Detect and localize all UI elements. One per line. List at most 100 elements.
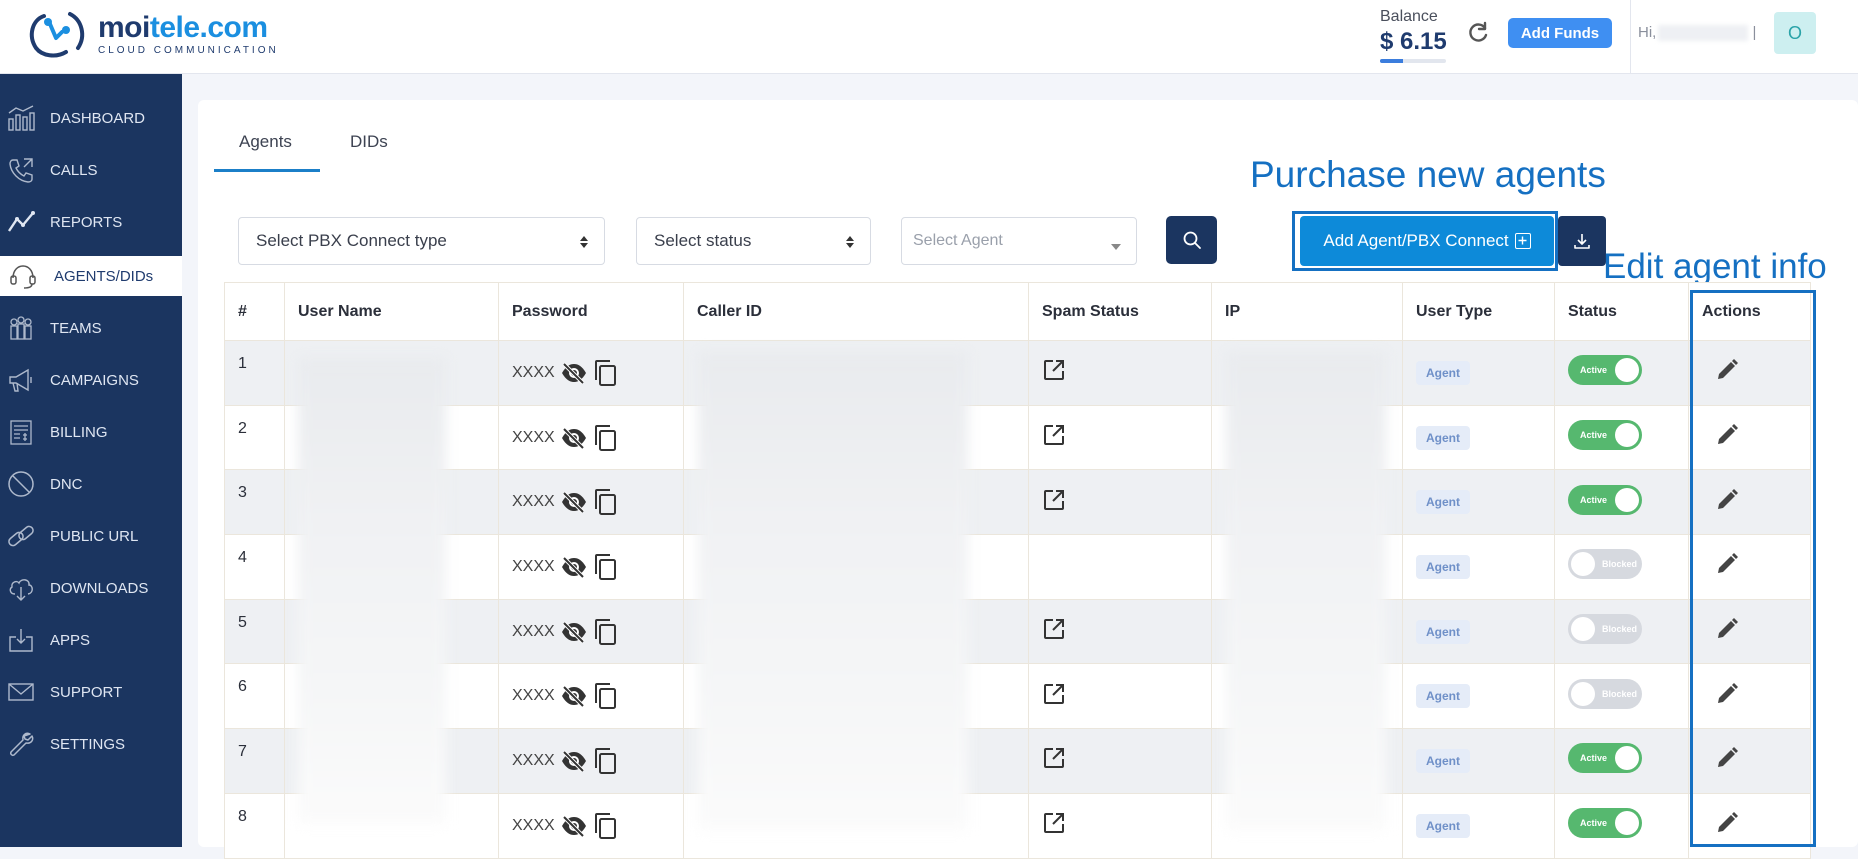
open-external-icon[interactable]	[1042, 682, 1066, 706]
pbx-type-select[interactable]: Select PBX Connect type	[238, 217, 605, 265]
status-toggle[interactable]: Blocked	[1568, 614, 1642, 645]
col-user-type[interactable]: User Type	[1402, 282, 1555, 341]
sidebar-item-dashboard[interactable]: DASHBOARD	[0, 98, 182, 138]
row-number: 2	[224, 404, 285, 471]
copy-icon[interactable]	[593, 812, 617, 840]
status-toggle[interactable]: Active	[1568, 808, 1642, 839]
copy-icon[interactable]	[593, 682, 617, 710]
tab-agents[interactable]: Agents	[239, 132, 292, 152]
password-mask: XXXX	[512, 557, 555, 575]
user-type-cell: Agent	[1402, 792, 1555, 859]
sidebar-item-calls[interactable]: CALLS	[0, 150, 182, 190]
wrench-icon	[10, 732, 34, 756]
agent-select-placeholder: Select Agent	[913, 232, 1003, 249]
sidebar-item-reports[interactable]: REPORTS	[0, 202, 182, 242]
copy-icon[interactable]	[593, 618, 617, 646]
status-toggle-label: Active	[1580, 494, 1608, 505]
table-row: 3 XXXX Agent Active	[224, 469, 1811, 536]
col-user-name[interactable]: User Name	[284, 282, 499, 341]
spam-status-cell	[1028, 663, 1212, 730]
col-number[interactable]: #	[224, 282, 285, 341]
open-external-icon[interactable]	[1042, 746, 1066, 770]
eye-off-icon[interactable]	[561, 621, 587, 643]
sidebar-item-label: AGENTS/DIDs	[54, 267, 154, 285]
redacted-ips	[1226, 352, 1386, 830]
row-number: 1	[224, 340, 285, 406]
search-button[interactable]	[1166, 216, 1217, 264]
eye-off-icon[interactable]	[561, 750, 587, 772]
eye-off-icon[interactable]	[561, 556, 587, 578]
sidebar-item-teams[interactable]: TEAMS	[0, 308, 182, 348]
open-external-icon[interactable]	[1042, 811, 1066, 835]
brand-logo[interactable]: moitele.com CLOUD COMMUNICATION	[22, 8, 279, 60]
eye-off-icon[interactable]	[561, 427, 587, 449]
sidebar-item-label: DOWNLOADS	[50, 579, 149, 597]
status-toggle-label: Active	[1580, 430, 1608, 441]
open-external-icon[interactable]	[1042, 358, 1066, 382]
user-type-badge: Agent	[1416, 684, 1470, 709]
tab-dids[interactable]: DIDs	[350, 132, 388, 152]
sidebar-item-public-url[interactable]: PUBLIC URL	[0, 516, 182, 556]
status-toggle[interactable]: Blocked	[1568, 678, 1642, 709]
user-type-badge: Agent	[1416, 360, 1470, 385]
avatar[interactable]: O	[1774, 12, 1816, 54]
col-ip[interactable]: IP	[1211, 282, 1403, 341]
status-toggle[interactable]: Active	[1568, 420, 1642, 451]
status-toggle[interactable]: Active	[1568, 743, 1642, 774]
balance-progress	[1380, 59, 1446, 63]
refresh-icon[interactable]	[1465, 20, 1491, 46]
status-select[interactable]: Select status	[636, 217, 871, 265]
mail-icon	[8, 683, 34, 701]
sidebar-item-support[interactable]: SUPPORT	[0, 672, 182, 712]
copy-icon[interactable]	[593, 747, 617, 775]
password-mask: XXXX	[512, 687, 555, 705]
agent-select[interactable]: Select Agent	[901, 217, 1137, 265]
copy-icon[interactable]	[593, 424, 617, 452]
copy-icon[interactable]	[593, 488, 617, 516]
password-mask: XXXX	[512, 816, 555, 834]
brand-name: moitele.com	[98, 10, 268, 44]
sidebar-item-dnc[interactable]: DNC	[0, 464, 182, 504]
col-spam-status[interactable]: Spam Status	[1028, 282, 1212, 341]
add-funds-button[interactable]: Add Funds	[1508, 18, 1612, 48]
sidebar-item-agents-dids[interactable]: AGENTS/DIDs	[0, 256, 182, 296]
row-number: 8	[224, 792, 285, 859]
eye-off-icon[interactable]	[561, 362, 587, 384]
megaphone-icon	[9, 368, 32, 392]
col-password[interactable]: Password	[498, 282, 684, 341]
status-toggle-label: Blocked	[1602, 559, 1638, 570]
status-cell: Blocked	[1554, 534, 1689, 600]
spam-status-cell	[1028, 598, 1212, 665]
sidebar-item-downloads[interactable]: DOWNLOADS	[0, 568, 182, 608]
billing-icon	[10, 420, 32, 445]
sidebar-item-apps[interactable]: APPS	[0, 620, 182, 660]
search-icon	[1183, 231, 1201, 249]
status-toggle[interactable]: Active	[1568, 484, 1642, 515]
status-cell: Active	[1554, 340, 1689, 406]
sidebar-item-settings[interactable]: SETTINGS	[0, 724, 182, 764]
team-icon	[10, 316, 32, 340]
open-external-icon[interactable]	[1042, 488, 1066, 512]
user-greeting[interactable]: Hi, |	[1638, 24, 1756, 42]
col-status[interactable]: Status	[1554, 282, 1689, 341]
user-type-badge: Agent	[1416, 554, 1470, 579]
export-button[interactable]	[1558, 216, 1606, 266]
sidebar-item-billing[interactable]: BILLING	[0, 412, 182, 452]
user-type-cell: Agent	[1402, 340, 1555, 406]
eye-off-icon[interactable]	[561, 685, 587, 708]
eye-off-icon[interactable]	[561, 815, 587, 837]
status-toggle[interactable]: Blocked	[1568, 549, 1642, 580]
col-caller-id[interactable]: Caller ID	[683, 282, 1029, 341]
open-external-icon[interactable]	[1042, 423, 1066, 447]
copy-icon[interactable]	[593, 553, 617, 581]
copy-icon[interactable]	[593, 359, 617, 387]
eye-off-icon[interactable]	[561, 491, 587, 514]
pbx-type-value: Select PBX Connect type	[256, 231, 447, 250]
plus-box-icon	[1514, 233, 1531, 249]
open-external-icon[interactable]	[1042, 617, 1066, 641]
user-type-cell: Agent	[1402, 598, 1555, 665]
status-toggle[interactable]: Active	[1568, 355, 1642, 386]
sidebar-item-campaigns[interactable]: CAMPAIGNS	[0, 360, 182, 400]
add-agent-button[interactable]: Add Agent/PBX Connect	[1300, 216, 1554, 266]
sidebar-item-label: PUBLIC URL	[50, 527, 139, 545]
